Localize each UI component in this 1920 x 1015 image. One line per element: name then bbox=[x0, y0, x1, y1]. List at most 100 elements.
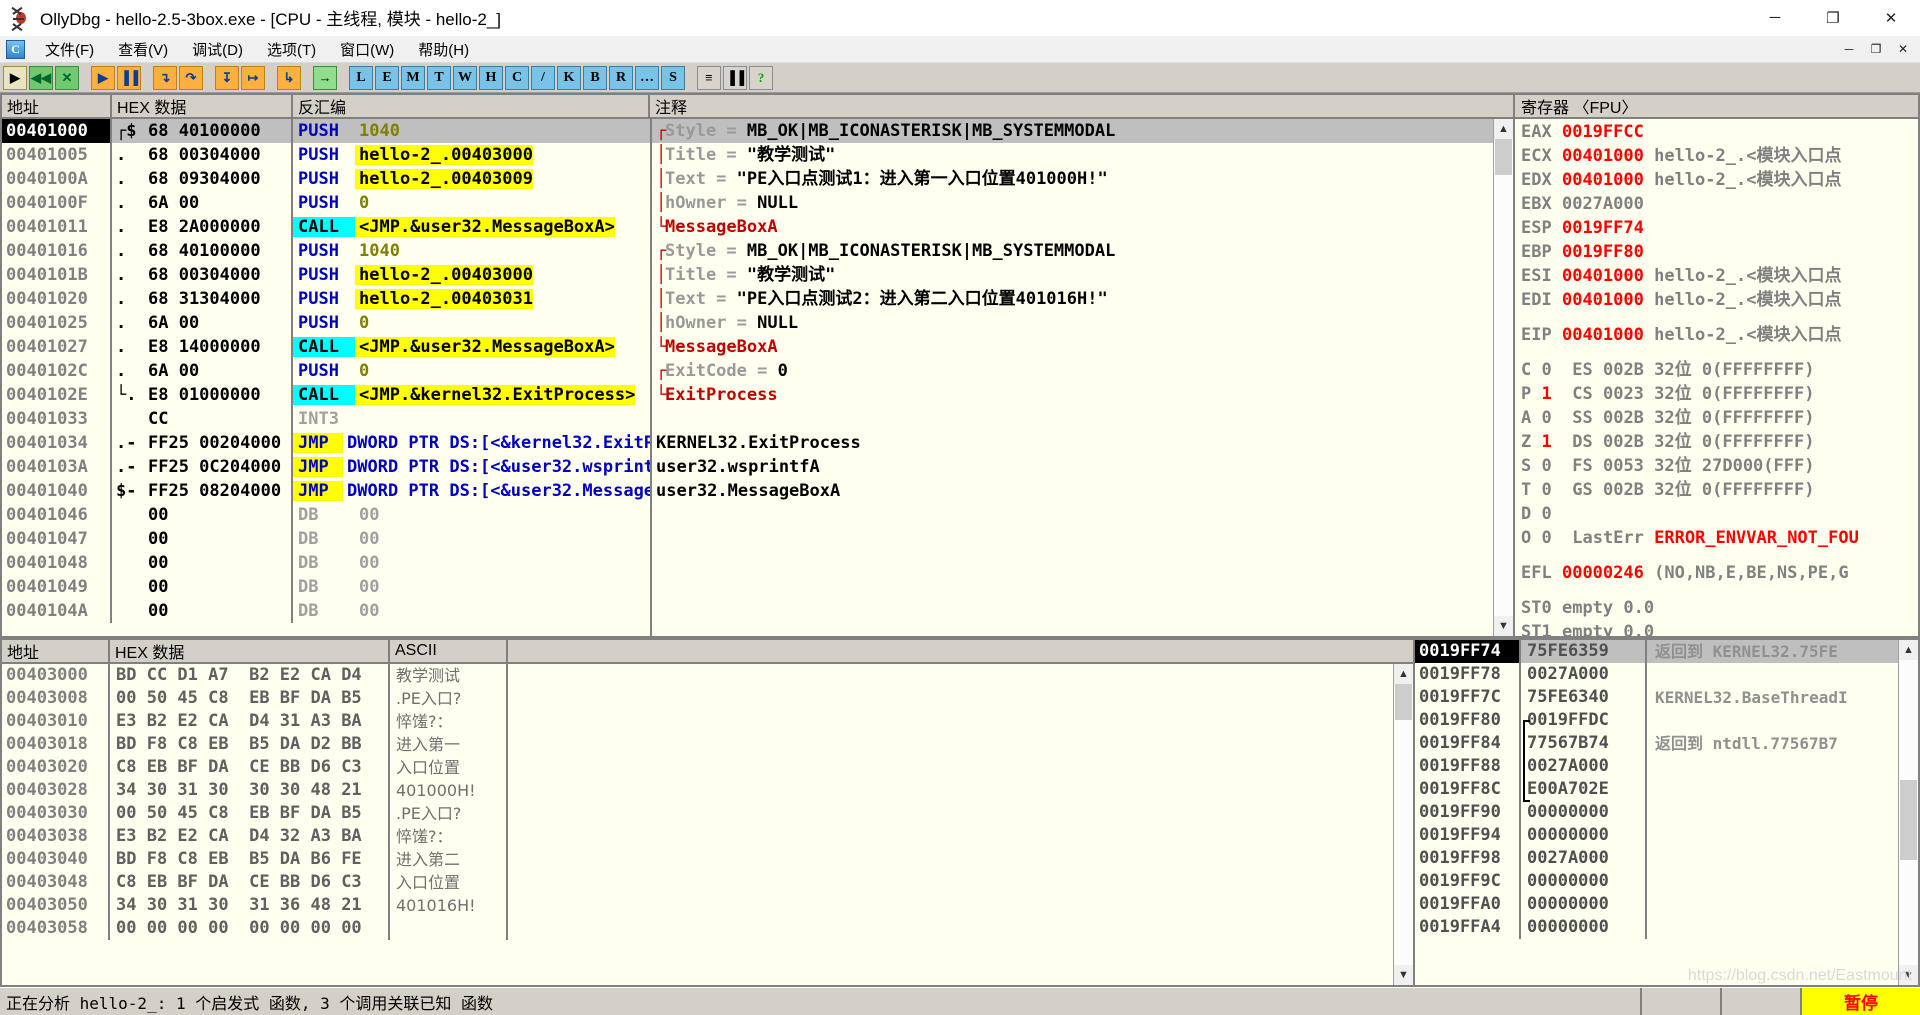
disassembly-row[interactable]: 00401034.-FF25 00204000JMPDWORD PTR DS:[… bbox=[2, 431, 1493, 455]
menu-item-debug[interactable]: 调试(D) bbox=[180, 37, 255, 62]
step-over-button[interactable]: ↷ bbox=[179, 66, 203, 90]
disassembly-row[interactable]: 0040104900DB00 bbox=[2, 575, 1493, 599]
dump-scroll-track[interactable] bbox=[1394, 684, 1413, 965]
cpu-header-disasm[interactable]: 反汇编 bbox=[293, 95, 650, 117]
dump-header-address[interactable]: 地址 bbox=[2, 640, 110, 662]
executable-modules-button[interactable]: E bbox=[375, 66, 399, 90]
flag-row-d[interactable]: D 0 bbox=[1521, 502, 1918, 526]
dump-row[interactable]: 0040300800 50 45 C8 EB BF DA B5.PE入口? bbox=[2, 687, 1393, 710]
dump-row[interactable]: 0040305034 30 31 30 31 36 48 21401016H! bbox=[2, 894, 1393, 917]
trace-over-button[interactable]: ↦ bbox=[241, 66, 265, 90]
close-button[interactable]: ✕ bbox=[1862, 0, 1920, 36]
windows-list-button[interactable]: W bbox=[453, 66, 477, 90]
dump-row[interactable]: 00403020C8 EB BF DA CE BB D6 C3入口位置 bbox=[2, 756, 1393, 779]
close-program-button[interactable]: ✕ bbox=[55, 66, 79, 90]
disassembly-row[interactable]: 0040101B.68 00304000PUSHhello-2_.0040300… bbox=[2, 263, 1493, 287]
disassembly-row[interactable]: 0040102C.6A 00PUSH0┌ExitCode = 0 bbox=[2, 359, 1493, 383]
memory-map-button[interactable]: M bbox=[401, 66, 425, 90]
disassembly-row[interactable]: 00401005.68 00304000PUSHhello-2_.0040300… bbox=[2, 143, 1493, 167]
dump-row[interactable]: 0040303000 50 45 C8 EB BF DA B5.PE入口? bbox=[2, 802, 1393, 825]
log-window-button[interactable]: L bbox=[349, 66, 373, 90]
stack-row[interactable]: 0019FF880027A000 bbox=[1415, 755, 1898, 778]
disassembly-row[interactable]: 00401027.E8 14000000CALL<JMP.&user32.Mes… bbox=[2, 335, 1493, 359]
register-row-ecx[interactable]: ECX 00401000 hello-2_.<模块入口点 bbox=[1521, 144, 1918, 168]
flag-row-z[interactable]: Z 1 DS 002B 32位 0(FFFFFFFF) bbox=[1521, 430, 1918, 454]
disassembly-row[interactable]: 0040104600DB00 bbox=[2, 503, 1493, 527]
stack-row[interactable]: 0019FF980027A000 bbox=[1415, 847, 1898, 870]
flag-row-p[interactable]: P 1 CS 0023 32位 0(FFFFFFFF) bbox=[1521, 382, 1918, 406]
dump-row-list[interactable]: 00403000BD CC D1 A7 B2 E2 CA D4教学测试00403… bbox=[2, 664, 1393, 985]
stack-row-list[interactable]: 0019FF7475FE6359返回到 KERNEL32.75FE 0019FF7… bbox=[1415, 640, 1898, 985]
restart-button[interactable]: ◀◀ bbox=[29, 66, 53, 90]
disassembly-row[interactable]: 00401033CCINT3 bbox=[2, 407, 1493, 431]
dump-scroll-up-arrow[interactable]: ▲ bbox=[1394, 664, 1413, 684]
breakpoints-button[interactable]: B bbox=[583, 66, 607, 90]
stack-row[interactable]: 0019FF7475FE6359返回到 KERNEL32.75FE bbox=[1415, 640, 1898, 663]
register-row-edi[interactable]: EDI 00401000 hello-2_.<模块入口点 bbox=[1521, 288, 1918, 312]
stack-vertical-scrollbar[interactable]: ▲ ▼ bbox=[1898, 640, 1918, 985]
stack-row[interactable]: 0019FF8CE00A702E bbox=[1415, 778, 1898, 801]
cpu-header-comment[interactable]: 注释 bbox=[650, 95, 1513, 117]
call-stack-button[interactable]: K bbox=[557, 66, 581, 90]
handles-window-button[interactable]: H bbox=[479, 66, 503, 90]
menu-item-view[interactable]: 查看(V) bbox=[106, 37, 180, 62]
disassembly-row[interactable]: 00401025.6A 00PUSH0│hOwner = NULL bbox=[2, 311, 1493, 335]
mdi-app-icon[interactable]: C bbox=[6, 40, 25, 59]
stack-scroll-up-arrow[interactable]: ▲ bbox=[1899, 640, 1918, 660]
dump-header-ascii[interactable]: ASCII bbox=[390, 640, 508, 662]
dump-row[interactable]: 0040302834 30 31 30 30 30 48 21401000H! bbox=[2, 779, 1393, 802]
flag-row-t[interactable]: T 0 GS 002B 32位 0(FFFFFFFF) bbox=[1521, 478, 1918, 502]
stack-row[interactable]: 0019FF9000000000 bbox=[1415, 801, 1898, 824]
execute-till-return-button[interactable]: ↳ bbox=[277, 66, 301, 90]
disassembly-row[interactable]: 00401011.E8 2A000000CALL<JMP.&user32.Mes… bbox=[2, 215, 1493, 239]
flag-row-a[interactable]: A 0 SS 002B 32位 0(FFFFFFFF) bbox=[1521, 406, 1918, 430]
run-trace-button[interactable]: … bbox=[635, 66, 659, 90]
threads-window-button[interactable]: T bbox=[427, 66, 451, 90]
patches-window-button[interactable]: / bbox=[531, 66, 555, 90]
dump-row[interactable]: 00403000BD CC D1 A7 B2 E2 CA D4教学测试 bbox=[2, 664, 1393, 687]
run-button[interactable]: ▶ bbox=[91, 66, 115, 90]
dump-row[interactable]: 0040305800 00 00 00 00 00 00 00 bbox=[2, 917, 1393, 940]
flag-row-s[interactable]: S 0 FS 0053 32位 27D000(FFF) bbox=[1521, 454, 1918, 478]
stack-row[interactable]: 0019FF9400000000 bbox=[1415, 824, 1898, 847]
dump-scroll-thumb[interactable] bbox=[1395, 684, 1412, 720]
disassembly-row[interactable]: 00401000┌$68 40100000PUSH1040┌Style = MB… bbox=[2, 119, 1493, 143]
fpu-row-st0[interactable]: ST0 empty 0.0 bbox=[1521, 596, 1918, 620]
trace-into-button[interactable]: ↧ bbox=[215, 66, 239, 90]
dump-row[interactable]: 00403048C8 EB BF DA CE BB D6 C3入口位置 bbox=[2, 871, 1393, 894]
disassembly-row[interactable]: 0040100A.68 09304000PUSHhello-2_.0040300… bbox=[2, 167, 1493, 191]
source-window-button[interactable]: S bbox=[661, 66, 685, 90]
dump-row[interactable]: 00403018BD F8 C8 EB B5 DA D2 BB进入第一 bbox=[2, 733, 1393, 756]
register-row-eax[interactable]: EAX 0019FFCC bbox=[1521, 120, 1918, 144]
dump-row[interactable]: 00403038E3 B2 E2 CA D4 32 A3 BA悴馐?： bbox=[2, 825, 1393, 848]
register-row-eip[interactable]: EIP 00401000 hello-2_.<模块入口点 bbox=[1521, 323, 1918, 347]
references-button[interactable]: R bbox=[609, 66, 633, 90]
flag-row-c[interactable]: C 0 ES 002B 32位 0(FFFFFFFF) bbox=[1521, 358, 1918, 382]
step-into-button[interactable]: ↴ bbox=[153, 66, 177, 90]
cpu-scroll-thumb[interactable] bbox=[1495, 139, 1512, 175]
disassembly-row[interactable]: 0040104700DB00 bbox=[2, 527, 1493, 551]
open-file-button[interactable]: ▶ bbox=[3, 66, 27, 90]
flag-row-o[interactable]: O 0 LastErr ERROR_ENVVAR_NOT_FOU bbox=[1521, 526, 1918, 550]
dump-scroll-down-arrow[interactable]: ▼ bbox=[1394, 965, 1413, 985]
register-row-esp[interactable]: ESP 0019FF74 bbox=[1521, 216, 1918, 240]
register-row-ebx[interactable]: EBX 0027A000 bbox=[1521, 192, 1918, 216]
stack-row[interactable]: 0019FF9C00000000 bbox=[1415, 870, 1898, 893]
menu-item-file[interactable]: 文件(F) bbox=[33, 37, 106, 62]
register-row-ebp[interactable]: EBP 0019FF80 bbox=[1521, 240, 1918, 264]
cpu-scroll-down-arrow[interactable]: ▼ bbox=[1494, 616, 1513, 636]
cpu-window-button[interactable]: C bbox=[505, 66, 529, 90]
stack-row[interactable]: 0019FF7C75FE6340KERNEL32.BaseThreadI bbox=[1415, 686, 1898, 709]
disassembly-row[interactable]: 0040102E└.E8 01000000CALL<JMP.&kernel32.… bbox=[2, 383, 1493, 407]
dump-header-hex[interactable]: HEX 数据 bbox=[110, 640, 390, 662]
disassembly-row[interactable]: 0040100F.6A 00PUSH0│hOwner = NULL bbox=[2, 191, 1493, 215]
disassembly-row[interactable]: 00401020.68 31304000PUSHhello-2_.0040303… bbox=[2, 287, 1493, 311]
stack-row[interactable]: 0019FFA400000000 bbox=[1415, 916, 1898, 939]
mdi-close-button[interactable]: ✕ bbox=[1890, 39, 1916, 59]
register-row-efl[interactable]: EFL 00000246 (NO,NB,E,BE,NS,PE,G bbox=[1521, 561, 1918, 585]
disassembly-row[interactable]: 00401016.68 40100000PUSH1040┌Style = MB_… bbox=[2, 239, 1493, 263]
menu-item-window[interactable]: 窗口(W) bbox=[328, 37, 406, 62]
dump-row[interactable]: 00403010E3 B2 E2 CA D4 31 A3 BA悴馐?： bbox=[2, 710, 1393, 733]
stack-scroll-thumb[interactable] bbox=[1900, 780, 1917, 860]
stack-row[interactable]: 0019FF800019FFDC bbox=[1415, 709, 1898, 732]
